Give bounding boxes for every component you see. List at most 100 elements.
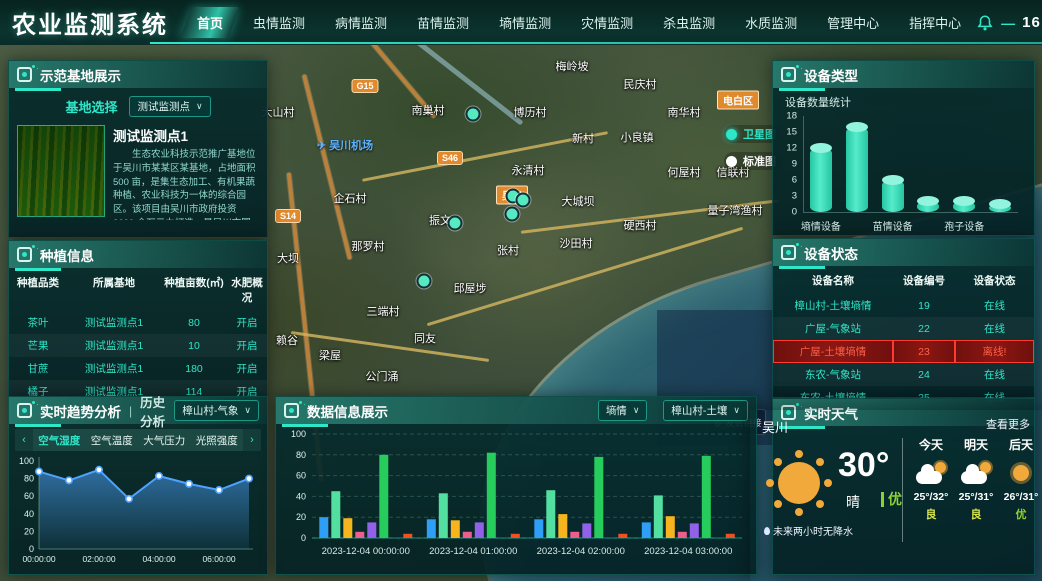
history-analysis-link[interactable]: 历史分析 bbox=[140, 392, 166, 430]
nav-tab-灾情监测[interactable]: 灾情监测 bbox=[566, 0, 648, 45]
table-cell: 22 bbox=[893, 317, 955, 340]
svg-text:2023-12-04 01:00:00: 2023-12-04 01:00:00 bbox=[429, 546, 517, 557]
device-status-table: 设备名称设备编号设备状态樟山村-土壤墒情19在线广屋-气象站22在线广屋-土壤墒… bbox=[773, 266, 1034, 409]
device-count-subtitle: 设备数量统计 bbox=[785, 94, 1034, 110]
weather-more-link[interactable]: 查看更多 bbox=[986, 416, 1030, 432]
nav-tab-指挥中心[interactable]: 指挥中心 bbox=[894, 0, 976, 45]
data-station-dropdown[interactable]: 樟山村-土壤∨ bbox=[663, 400, 748, 421]
nav-tab-墒情监测[interactable]: 墒情监测 bbox=[484, 0, 566, 45]
panel-demo-base: 示范基地展示 基地选择 测试监测点∨ 测试监测点1 生态农业科技示范推广基地位于… bbox=[8, 60, 268, 238]
map-district-label: 电白区 bbox=[717, 91, 759, 110]
nav-tab-杀虫监测[interactable]: 杀虫监测 bbox=[648, 0, 730, 45]
collapse-icon[interactable]: — bbox=[1001, 15, 1015, 31]
device-type-bar[interactable] bbox=[810, 148, 832, 212]
bell-icon[interactable] bbox=[976, 14, 994, 32]
trend-tab-光照强度[interactable]: 光照强度 bbox=[191, 433, 244, 448]
map-device-marker[interactable] bbox=[466, 107, 481, 122]
forecast-day: 明天 25°/31° 良 bbox=[953, 436, 999, 522]
map-place-label: 张村 bbox=[497, 242, 519, 258]
forecast-temp: 26°/31° bbox=[998, 491, 1042, 503]
sunny-icon bbox=[1006, 462, 1036, 484]
nav-tab-水质监测[interactable]: 水质监测 bbox=[730, 0, 812, 45]
road-shield-S46: S46 bbox=[437, 151, 463, 165]
app-title: 农业监测系统 bbox=[12, 5, 168, 40]
map-place-label: 南华村 bbox=[668, 104, 701, 120]
tabs-prev-arrow[interactable]: ‹ bbox=[15, 429, 33, 451]
svg-text:0: 0 bbox=[29, 544, 34, 554]
map-device-marker[interactable] bbox=[505, 207, 520, 222]
map-place-label: 硬西村 bbox=[624, 217, 657, 233]
table-header: 水肥概况 bbox=[227, 268, 267, 311]
map-place-label: 赖谷 bbox=[276, 332, 298, 348]
device-type-bar[interactable] bbox=[846, 127, 868, 212]
map-place-label: 邱屋埗 bbox=[454, 280, 487, 296]
x-category-label: 墒情设备 bbox=[801, 218, 841, 233]
sun-icon bbox=[778, 462, 820, 504]
map-place-label: 企石村 bbox=[334, 190, 367, 206]
partly-cloudy-icon bbox=[916, 462, 946, 484]
trend-station-dropdown[interactable]: 樟山村-气象∨ bbox=[174, 400, 259, 421]
forecast-temp: 25°/31° bbox=[953, 491, 999, 503]
svg-text:0: 0 bbox=[301, 533, 306, 543]
forecast-day-label: 明天 bbox=[953, 436, 999, 453]
svg-text:02:00:00: 02:00:00 bbox=[82, 554, 115, 564]
data-type-dropdown[interactable]: 墒情∨ bbox=[598, 400, 648, 421]
forecast-day: 今天25°/32°良 bbox=[908, 436, 954, 522]
forecast-quality: 良 bbox=[953, 506, 999, 522]
map-place-label: 梅岭坡 bbox=[556, 58, 589, 74]
svg-text:60: 60 bbox=[296, 471, 306, 481]
map-device-marker[interactable] bbox=[417, 274, 432, 289]
table-cell: 24 bbox=[893, 363, 955, 386]
svg-text:80: 80 bbox=[296, 450, 306, 460]
clock: 16:32:10 bbox=[1022, 14, 1042, 31]
site-photo[interactable] bbox=[17, 125, 105, 217]
nav-tab-虫情监测[interactable]: 虫情监测 bbox=[238, 0, 320, 45]
nav-tab-苗情监测[interactable]: 苗情监测 bbox=[402, 0, 484, 45]
y-tick: 0 bbox=[781, 207, 797, 218]
nav-tab-病情监测[interactable]: 病情监测 bbox=[320, 0, 402, 45]
panel-title: 示范基地展示 bbox=[40, 65, 121, 85]
forecast-day-label: 今天 bbox=[908, 436, 954, 453]
nav-tab-首页[interactable]: 首页 bbox=[182, 0, 238, 45]
map-place-label: 沙田村 bbox=[560, 235, 593, 251]
trend-tab-大气压力[interactable]: 大气压力 bbox=[138, 433, 191, 448]
table-header: 设备状态 bbox=[955, 266, 1034, 294]
svg-text:04:00:00: 04:00:00 bbox=[142, 554, 175, 564]
data-bar-chart: 0204060801002023-12-04 00:00:002023-12-0… bbox=[276, 424, 756, 575]
table-header: 种植亩数(㎡) bbox=[161, 268, 227, 311]
trend-tab-空气温度[interactable]: 空气温度 bbox=[86, 433, 139, 448]
weather-widget: 吴川 查看更多 30° 晴 优 未来两小时无降水 今天25°/32°良明天25°… bbox=[750, 410, 1042, 581]
device-type-bar-top bbox=[882, 175, 904, 185]
base-select-dropdown[interactable]: 测试监测点∨ bbox=[129, 96, 210, 117]
map-place-label: 小良镇 bbox=[621, 129, 654, 145]
svg-text:20: 20 bbox=[296, 512, 306, 522]
chevron-down-icon: ∨ bbox=[196, 101, 203, 112]
svg-text:100: 100 bbox=[19, 456, 34, 466]
nav-tab-管理中心[interactable]: 管理中心 bbox=[812, 0, 894, 45]
svg-text:2023-12-04 00:00:00: 2023-12-04 00:00:00 bbox=[322, 546, 410, 557]
y-tick: 12 bbox=[781, 143, 797, 154]
table-cell: 19 bbox=[893, 294, 955, 317]
map-place-label: 民庆村 bbox=[624, 76, 657, 92]
table-cell: 甘蔗 bbox=[9, 357, 67, 380]
table-cell: 在线 bbox=[955, 294, 1034, 317]
y-tick: 9 bbox=[781, 159, 797, 170]
map-place-label: 同友 bbox=[414, 330, 436, 346]
panel-title: 设备状态 bbox=[804, 243, 858, 263]
panel-icon bbox=[17, 247, 32, 262]
top-navigation-bar: 农业监测系统 首页虫情监测病情监测苗情监测墒情监测灾情监测杀虫监测水质监测管理中… bbox=[0, 0, 1042, 45]
trend-tab-空气湿度[interactable]: 空气湿度 bbox=[33, 433, 86, 448]
map-device-marker[interactable] bbox=[448, 216, 463, 231]
table-cell: 开启 bbox=[227, 357, 267, 380]
map-road bbox=[302, 74, 352, 259]
tabs-next-arrow[interactable]: › bbox=[243, 429, 261, 451]
svg-text:40: 40 bbox=[296, 491, 306, 501]
table-cell: 测试监测点1 bbox=[67, 357, 161, 380]
nav-underline bbox=[150, 42, 1042, 44]
table-cell: 10 bbox=[161, 334, 227, 357]
device-type-bar-top bbox=[989, 199, 1011, 209]
table-cell: 80 bbox=[161, 311, 227, 334]
trend-metric-tabs: ‹空气湿度空气温度大气压力光照强度› bbox=[15, 429, 261, 451]
weather-city: 吴川 bbox=[762, 417, 788, 436]
map-device-marker[interactable] bbox=[516, 193, 531, 208]
